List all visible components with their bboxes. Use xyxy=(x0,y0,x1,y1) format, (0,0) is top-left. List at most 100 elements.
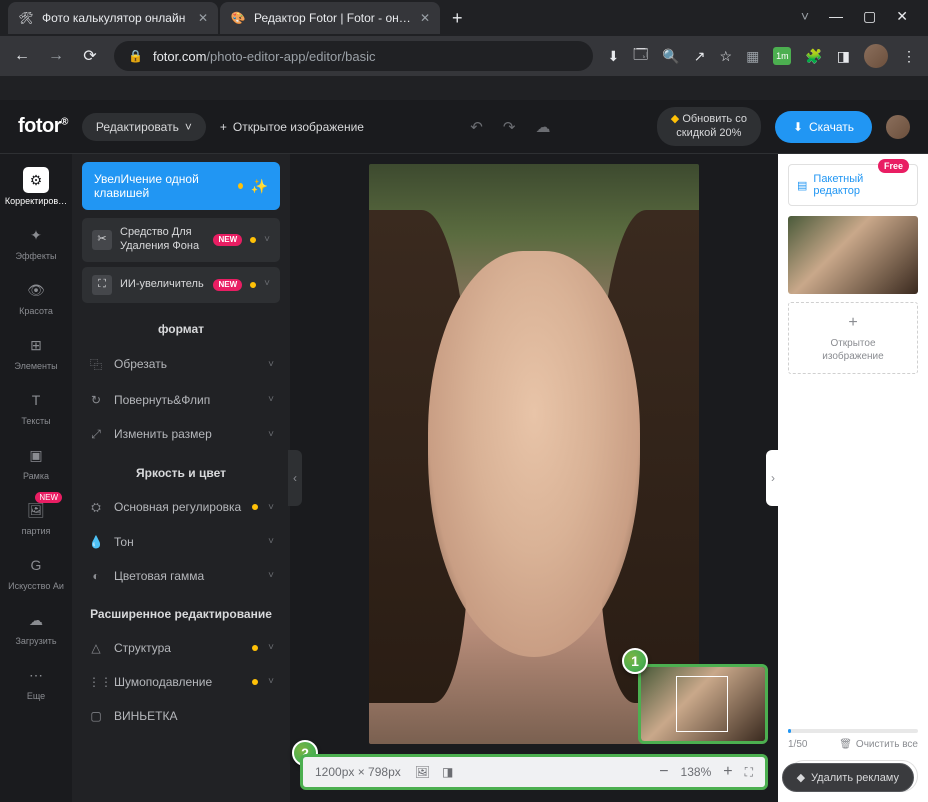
edit-dropdown[interactable]: Редактировать˅ xyxy=(82,113,206,141)
dimensions-label: 1200px × 798px xyxy=(315,765,401,779)
compare-icon[interactable]: ◨ xyxy=(442,765,453,779)
image-info-icon[interactable]: 🖼 xyxy=(415,765,430,779)
menu-icon[interactable]: ⋮ xyxy=(902,48,916,65)
open-image-button[interactable]: +Открытое изображение xyxy=(220,120,364,134)
forward-button[interactable]: → xyxy=(46,47,66,65)
ai-enlarger[interactable]: ⛶ИИ-увеличительNEW˅ xyxy=(82,267,280,303)
share-icon[interactable]: ↗ xyxy=(694,48,706,65)
image-count: 1/50 xyxy=(788,739,807,750)
canvas-image[interactable] xyxy=(369,164,699,744)
rail-more[interactable]: ⋯Еще xyxy=(0,655,72,708)
collapse-right-button[interactable]: › xyxy=(766,450,780,506)
tab-dropdown-icon[interactable]: ˅ xyxy=(761,8,809,25)
bookmark-icon[interactable]: ☆ xyxy=(720,48,733,65)
upgrade-button[interactable]: ◆ Обновить со скидкой 20% xyxy=(657,107,761,145)
add-image-button[interactable]: +Открытое изображение xyxy=(788,302,918,374)
cloud-button[interactable]: ☁ xyxy=(535,118,550,136)
diamond-icon: ◆ xyxy=(797,771,805,784)
zoom-controls: − 138% + ⛶ xyxy=(659,763,753,781)
thumbnail[interactable] xyxy=(788,216,918,294)
denoise-row[interactable]: ⋮⋮Шумоподавление˅ xyxy=(82,665,280,699)
rail-frame[interactable]: ▣Рамка xyxy=(0,435,72,488)
close-icon[interactable]: ✕ xyxy=(198,11,208,25)
rotate-icon: ↻ xyxy=(88,393,104,407)
chevron-down-icon: ˅ xyxy=(268,570,274,581)
back-button[interactable]: ← xyxy=(12,47,32,65)
section-advanced: Расширенное редактирование xyxy=(82,593,280,631)
app-root: fotor® Редактировать˅ +Открытое изображе… xyxy=(0,100,928,802)
zoom-level: 138% xyxy=(681,765,712,779)
basic-adjust-row[interactable]: ⛭Основная регулировка˅ xyxy=(82,490,280,525)
url-bar[interactable]: 🔒 fotor.com/photo-editor-app/editor/basi… xyxy=(114,41,593,71)
user-avatar[interactable] xyxy=(886,115,910,139)
text-icon: T xyxy=(23,387,49,413)
tone-row[interactable]: 💧Тон˅ xyxy=(82,525,280,559)
rail-ai-art[interactable]: GИскусство Аи xyxy=(0,545,72,598)
crop-row[interactable]: ⿻Обрезать˅ xyxy=(82,346,280,383)
dot-indicator xyxy=(252,645,258,651)
structure-row[interactable]: △Структура˅ xyxy=(82,631,280,665)
new-tab-button[interactable]: + xyxy=(442,8,473,29)
navigator-panel[interactable] xyxy=(638,664,768,744)
maximize-button[interactable]: ▢ xyxy=(863,8,876,25)
vignette-row[interactable]: ▢ВИНЬЕТКА xyxy=(82,699,280,733)
upload-icon: ☁ xyxy=(23,607,49,633)
rail-adjust[interactable]: ⚙Корректиров… xyxy=(0,160,72,213)
minimize-button[interactable]: — xyxy=(829,8,843,25)
color-gamut-row[interactable]: ◐Цветовая гамма˅ xyxy=(82,559,280,593)
dot-indicator xyxy=(250,282,256,288)
section-format: формат xyxy=(82,308,280,346)
close-window-button[interactable]: ✕ xyxy=(896,8,908,25)
profile-avatar[interactable] xyxy=(864,44,888,68)
extension-badge-icon[interactable]: 1m xyxy=(773,47,791,65)
fit-screen-icon[interactable]: ⛶ xyxy=(745,765,753,780)
one-tap-enhance[interactable]: УвелИчение одной клавишей✨ xyxy=(82,162,280,210)
install-icon[interactable]: ⬇ xyxy=(607,48,619,65)
remove-ads-button[interactable]: ◆Удалить рекламу xyxy=(782,763,914,792)
progress-fill xyxy=(788,729,791,733)
section-color: Яркость и цвет xyxy=(82,452,280,490)
rail-batch[interactable]: NEW🖼партия xyxy=(0,490,72,543)
extension-icon[interactable]: ▦ xyxy=(746,48,759,65)
browser-tab-1[interactable]: 🎨 Редактор Fotor | Fotor - онлай ✕ xyxy=(220,2,440,34)
rail-effects[interactable]: ✦Эффекты xyxy=(0,215,72,268)
collapse-left-button[interactable]: ‹ xyxy=(288,450,302,506)
download-button[interactable]: ⬇Скачать xyxy=(775,111,872,143)
plus-icon: + xyxy=(220,120,227,134)
zoom-out-button[interactable]: − xyxy=(659,763,668,781)
navigator-viewport[interactable] xyxy=(676,676,728,732)
close-icon[interactable]: ✕ xyxy=(420,11,430,25)
zoom-icon[interactable]: 🔍 xyxy=(662,48,679,65)
zoom-in-button[interactable]: + xyxy=(723,763,732,781)
triangle-icon: △ xyxy=(88,641,104,655)
logo[interactable]: fotor® xyxy=(18,115,68,138)
progress-track xyxy=(788,729,918,733)
undo-button[interactable]: ↶ xyxy=(470,118,483,136)
rail-beauty[interactable]: 👁Красота xyxy=(0,270,72,323)
side-panel-icon[interactable]: ◨ xyxy=(837,48,850,65)
url-text: fotor.com/photo-editor-app/editor/basic xyxy=(153,49,376,64)
batch-editor-button[interactable]: Free ▤ Пакетный редактор xyxy=(788,164,918,206)
app-header: fotor® Редактировать˅ +Открытое изображе… xyxy=(0,100,928,154)
rail-upload[interactable]: ☁Загрузить xyxy=(0,600,72,653)
progress-row: 1/50 🗑Очистить все xyxy=(788,739,918,750)
stack-icon: ▤ xyxy=(797,179,807,192)
canvas-area: ‹ › 1 2 1200px × 798px 🖼 ◨ xyxy=(290,154,778,802)
extensions-icon[interactable]: 🧩 xyxy=(805,48,822,65)
rail-text[interactable]: TТексты xyxy=(0,380,72,433)
bg-remover[interactable]: ✂Средство Для Удаления ФонаNEW˅ xyxy=(82,218,280,262)
reload-button[interactable]: ⟳ xyxy=(80,46,100,66)
status-icons: 🖼 ◨ xyxy=(415,765,454,779)
translate-icon[interactable]: 🗔 xyxy=(633,44,648,68)
clear-all-button[interactable]: 🗑Очистить все xyxy=(839,739,918,750)
crop-icon: ⿻ xyxy=(88,356,104,373)
rotate-row[interactable]: ↻Повернуть&Флип˅ xyxy=(82,383,280,417)
resize-row[interactable]: ⤢Изменить размер˅ xyxy=(82,417,280,452)
drop-icon: 💧 xyxy=(88,535,104,549)
frame-icon: ▣ xyxy=(23,442,49,468)
redo-button[interactable]: ↷ xyxy=(503,118,516,136)
rail-elements[interactable]: ⊞Элементы xyxy=(0,325,72,378)
browser-tab-0[interactable]: 🛠 Фото калькулятор онлайн ✕ xyxy=(8,2,218,34)
free-badge: Free xyxy=(878,159,909,173)
palette-icon: ◐ xyxy=(88,569,104,583)
